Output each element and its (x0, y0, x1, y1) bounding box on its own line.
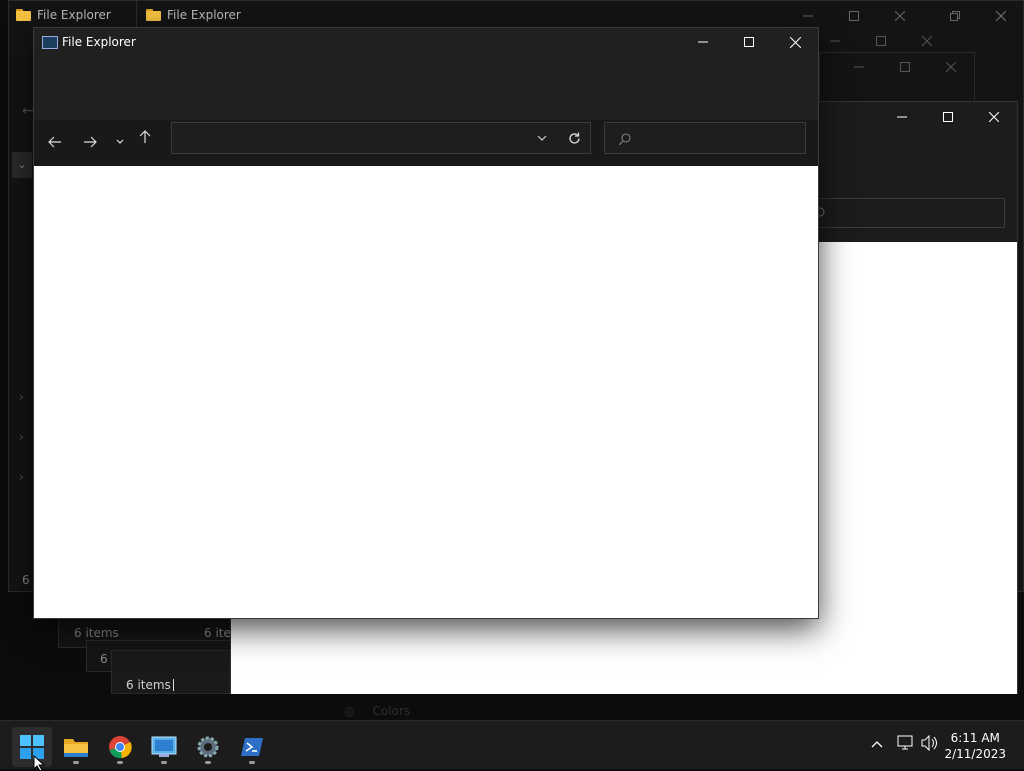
running-indicator (117, 761, 123, 764)
background-status-a: 6 items (74, 626, 119, 640)
search-input[interactable] (635, 127, 799, 151)
status-separator (173, 679, 174, 691)
background-caption-row-3 (836, 53, 974, 81)
chrome-icon (109, 736, 132, 759)
folder-icon (16, 9, 31, 21)
control-panel-icon (151, 736, 177, 757)
faint-colors-label: ◎ Colors (344, 704, 411, 718)
minimize-icon (698, 41, 708, 43)
close-icon[interactable] (978, 2, 1024, 30)
maximize-button[interactable] (726, 28, 772, 56)
chevron-down-icon (116, 139, 124, 144)
back-arrow-icon (48, 136, 61, 148)
file-list-area[interactable] (34, 166, 818, 618)
chevron-down-icon: ⌄ (12, 152, 32, 178)
background-tab-1[interactable]: File Explorer (16, 8, 111, 22)
folder-icon (146, 9, 161, 21)
forward-arrow-icon (84, 136, 97, 148)
forward-button[interactable] (75, 128, 105, 156)
running-indicator (249, 761, 255, 764)
close-icon[interactable] (928, 53, 974, 81)
chevron-right-icon: › (19, 390, 24, 404)
taskbar-control-panel[interactable] (144, 727, 184, 767)
clock-time: 6:11 AM (950, 731, 1000, 745)
close-icon[interactable] (877, 2, 923, 30)
file-explorer-window[interactable]: File Explorer (33, 27, 819, 619)
volume-button[interactable] (921, 734, 939, 755)
background-tab-2-title: File Explorer (167, 8, 241, 22)
minimize-button[interactable] (680, 28, 726, 56)
network-icon (897, 735, 913, 750)
background-tab-2[interactable]: File Explorer (146, 8, 241, 22)
close-icon[interactable] (904, 27, 950, 55)
minimize-icon[interactable] (836, 53, 882, 81)
chevron-up-icon (871, 741, 883, 748)
chevron-right-icon: › (19, 430, 24, 444)
network-button[interactable] (897, 735, 915, 755)
close-button[interactable] (772, 28, 818, 56)
mouse-cursor-icon (33, 755, 46, 771)
taskbar-chrome[interactable] (100, 727, 140, 767)
folder-icon (64, 739, 88, 757)
search-icon (619, 133, 631, 145)
powershell-icon (241, 738, 263, 756)
window-title: File Explorer (62, 35, 136, 49)
show-hidden-icons-button[interactable] (871, 736, 883, 752)
minimize-icon[interactable] (879, 103, 925, 131)
maximize-icon[interactable] (858, 27, 904, 55)
taskbar-settings[interactable] (188, 727, 228, 767)
maximize-icon[interactable] (831, 2, 877, 30)
background-caption-row-1b (932, 2, 1024, 30)
refresh-button[interactable] (560, 123, 588, 153)
clock-date: 2/11/2023 (944, 747, 1006, 761)
background-caption-row-1 (785, 2, 923, 30)
running-indicator (73, 761, 79, 764)
caption-buttons (680, 28, 818, 56)
right-window-search-box[interactable] (813, 198, 1005, 228)
taskbar: 6:11 AM 2/11/2023 (0, 720, 1024, 771)
settings-gear-icon (197, 736, 219, 758)
close-icon (789, 36, 801, 48)
running-indicator (161, 761, 167, 764)
maximize-icon (744, 37, 754, 47)
up-arrow-icon (139, 130, 151, 143)
tab-divider (136, 0, 137, 27)
taskbar-powershell[interactable] (232, 727, 272, 767)
running-indicator (205, 761, 211, 764)
eye-icon: ◎ (344, 704, 355, 718)
navigation-bar (34, 120, 818, 166)
back-button[interactable] (40, 128, 70, 156)
back-arrow-icon: ← (22, 103, 34, 119)
search-box[interactable] (604, 122, 806, 154)
address-bar[interactable] (171, 122, 591, 154)
minimize-icon[interactable] (785, 2, 831, 30)
address-history-dropdown[interactable] (530, 123, 554, 153)
clock[interactable]: 6:11 AM 2/11/2023 (944, 730, 1006, 762)
background-tab-1-title: File Explorer (37, 8, 111, 22)
right-window-status: 6 items (126, 678, 171, 692)
title-bar[interactable]: File Explorer (34, 28, 818, 58)
chevron-down-icon (537, 135, 547, 141)
maximize-icon[interactable] (925, 103, 971, 131)
file-explorer-app-icon (42, 36, 58, 49)
volume-icon (921, 734, 937, 752)
maximize-icon[interactable] (882, 53, 928, 81)
chevron-right-icon: › (19, 470, 24, 484)
restore-icon[interactable] (932, 2, 978, 30)
taskbar-file-explorer[interactable] (56, 727, 96, 767)
right-window-caption (879, 103, 1017, 131)
refresh-icon (568, 132, 580, 144)
close-icon[interactable] (971, 103, 1017, 131)
background-caption-row-2 (812, 27, 950, 55)
background-status-b: 6 ite (204, 626, 231, 640)
up-button[interactable] (130, 123, 160, 151)
